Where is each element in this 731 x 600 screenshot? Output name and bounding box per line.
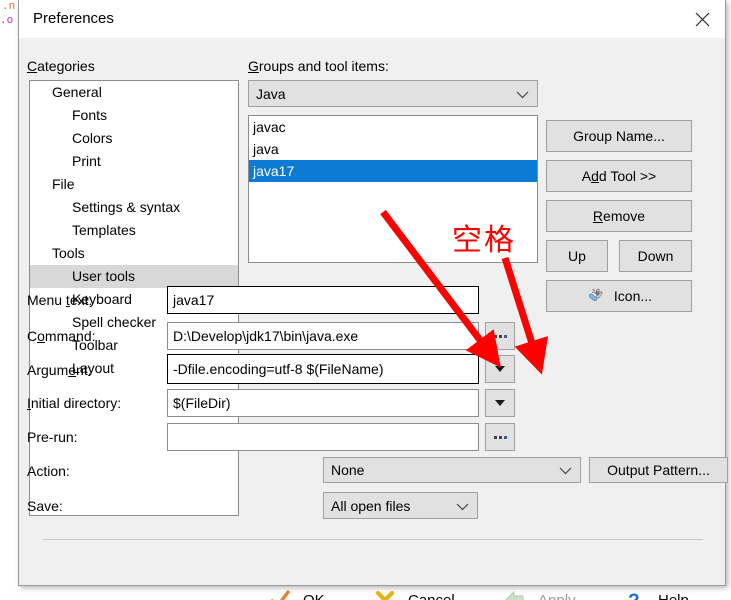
icon-button-label: Icon... [613,288,653,304]
action-label: Action: [27,463,70,479]
group-name-button[interactable]: Group Name... [546,120,692,152]
pre-run-browse-button[interactable] [485,423,515,451]
ok-button[interactable]: OK [269,583,325,600]
argument-input[interactable]: -Dfile.encoding=utf-8 $(FileName) [167,354,479,384]
apply-button-label: Apply [538,591,576,600]
sidebar-item-templates[interactable]: Templates [30,219,238,242]
dialog-body: Categories General Fonts Colors Print File Se… [19,38,728,600]
preferences-dialog: Preferences Categories General Fonts Color… [18,0,728,600]
svg-text:3: 3 [592,289,595,295]
question-icon: ? [624,589,646,600]
title-bar: Preferences [19,0,725,39]
output-pattern-button[interactable]: Output Pattern... [589,457,728,483]
groups-label: Groups and tool items: [248,58,389,74]
group-select-value: Java [256,85,286,102]
help-button[interactable]: ? Help [624,583,689,600]
chevron-down-icon [516,86,529,102]
sidebar-item-tools[interactable]: Tools [30,242,238,265]
sidebar-item-fonts[interactable]: Fonts [30,104,238,127]
sidebar-item-general[interactable]: General [30,81,238,104]
check-icon [269,589,291,600]
close-icon[interactable] [679,0,725,38]
add-tool-button[interactable]: Add Tool >> [546,160,692,192]
cancel-button[interactable]: Cancel [374,583,455,600]
footer-divider [43,539,703,540]
list-item[interactable]: javac [249,116,537,138]
help-button-label: Help [658,591,689,600]
chevron-down-icon [559,462,572,478]
apply-button: Apply [504,583,576,600]
svg-text:?: ? [628,591,640,600]
categories-label: Categories [27,58,95,74]
screwdriver-wrench-icon: 3 [586,287,606,305]
chevron-down-icon [495,400,505,406]
background-code-fragment-1: .n [2,1,16,13]
window-title: Preferences [33,10,114,27]
cross-icon [374,589,396,600]
ok-button-label: OK [303,591,325,600]
save-select[interactable]: All open files [323,492,478,519]
save-select-value: All open files [331,497,411,514]
remove-button[interactable]: Remove [546,200,692,232]
action-select-value: None [331,462,365,478]
move-down-button[interactable]: Down [619,240,692,272]
ellipsis-icon [493,435,507,439]
chevron-down-icon [456,498,469,514]
move-up-button[interactable]: Up [546,240,608,272]
tool-items-list[interactable]: javac java java17 [248,115,538,263]
list-item[interactable]: java17 [249,160,537,182]
list-item[interactable]: java [249,138,537,160]
pre-run-label: Pre-run: [27,429,78,445]
pre-run-input[interactable] [167,423,479,451]
group-select[interactable]: Java [248,80,538,107]
ellipsis-icon [493,334,507,338]
icon-button[interactable]: 3 Icon... [546,280,692,312]
command-input[interactable]: D:\Develop\jdk17\bin\java.exe [167,322,479,350]
menu-text-input[interactable]: java17 [167,286,479,314]
sidebar-item-colors[interactable]: Colors [30,127,238,150]
chevron-down-icon [495,366,505,372]
command-label: Command: [27,328,96,344]
sidebar-item-print[interactable]: Print [30,150,238,173]
sidebar-item-settings-syntax[interactable]: Settings & syntax [30,196,238,219]
command-browse-button[interactable] [485,322,515,350]
background-code-fragment-2: .o [0,15,14,27]
action-select[interactable]: None [323,457,581,483]
initial-directory-label: Initial directory: [27,395,122,411]
cancel-button-label: Cancel [408,591,455,600]
argument-label: Argument: [27,362,92,378]
sidebar-item-user-tools[interactable]: User tools [30,265,238,288]
initial-directory-input[interactable]: $(FileDir) [167,389,479,417]
left-arrow-icon [504,589,526,600]
save-label: Save: [27,498,63,514]
argument-dropdown-button[interactable] [485,355,515,383]
screen: .n .o Preferences Categories General Font… [0,0,731,600]
menu-text-label: Menu text: [27,292,93,308]
initial-directory-dropdown-button[interactable] [485,389,515,417]
sidebar-item-file[interactable]: File [30,173,238,196]
